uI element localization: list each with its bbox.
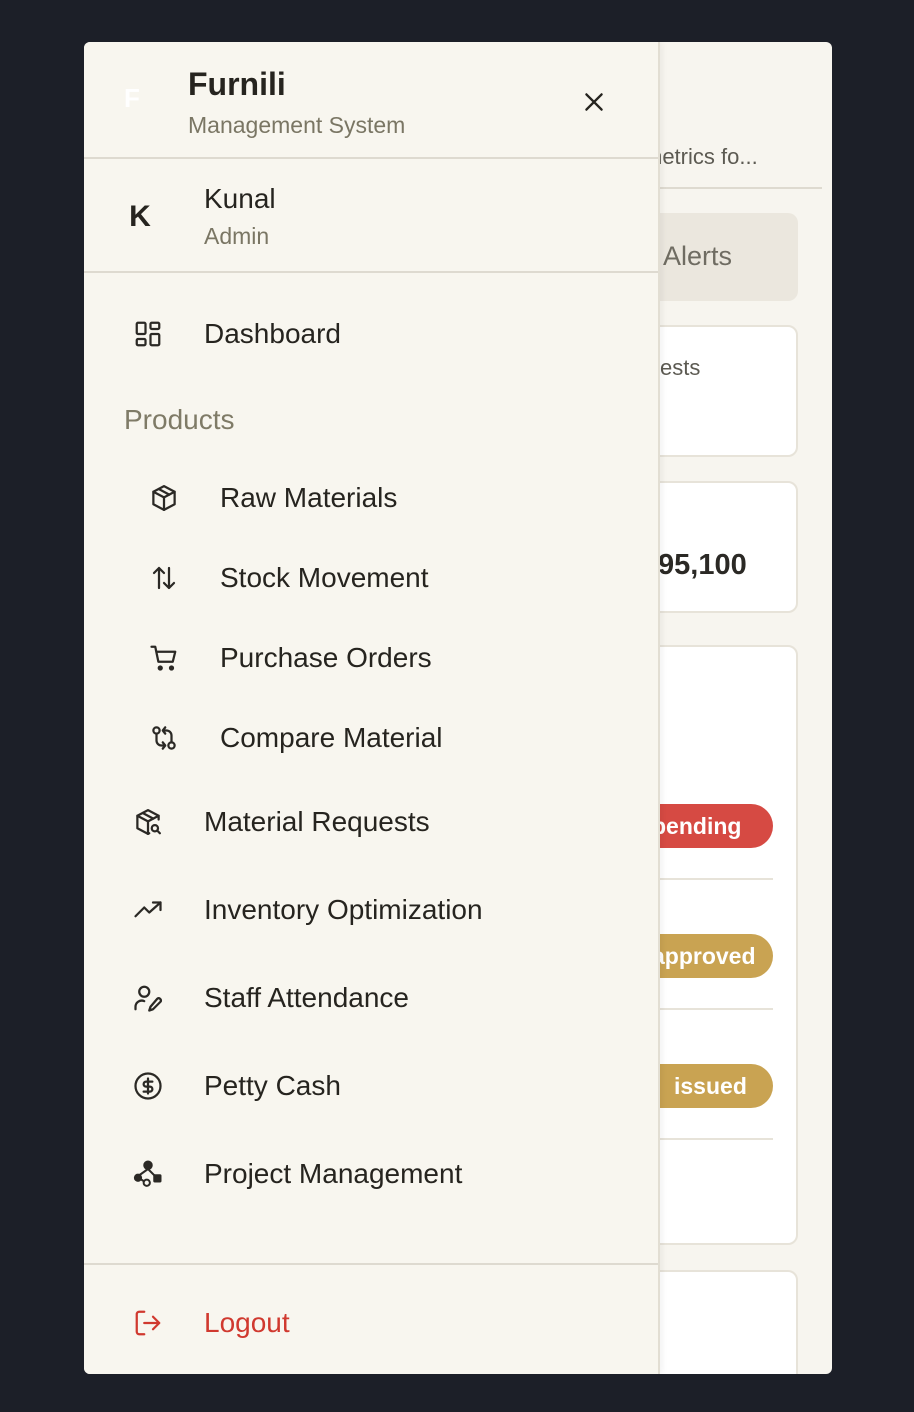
dashboard-grid-icon [132, 318, 164, 350]
sidebar-item-label: Petty Cash [204, 1070, 341, 1101]
section-header-products: Products [124, 404, 235, 435]
sidebar-item-project-management[interactable]: Project Management [132, 1146, 652, 1202]
arrows-up-down-icon [148, 562, 180, 594]
sidebar-item-inventory-optimization[interactable]: Inventory Optimization [132, 882, 652, 938]
git-compare-icon [148, 722, 180, 754]
app-subtitle: Management System [188, 112, 406, 138]
sidebar-item-label: Project Management [204, 1158, 463, 1189]
sidebar-item-label: Material Requests [204, 806, 430, 837]
sidebar-item-petty-cash[interactable]: Petty Cash [132, 1058, 652, 1114]
sidebar-item-staff-attendance[interactable]: Staff Attendance [132, 970, 652, 1026]
user-name: Kunal [204, 183, 276, 214]
divider [644, 187, 822, 189]
dollar-circle-icon [132, 1070, 164, 1102]
sidebar-item-purchase-orders[interactable]: Purchase Orders [148, 630, 668, 686]
sidebar-drawer: F Furnili Management System K Kunal Admi… [84, 42, 660, 1374]
logout-icon [132, 1307, 164, 1339]
avatar: K [129, 200, 151, 233]
user-profile: K Kunal Admin [84, 159, 658, 273]
sidebar-item-label: Dashboard [204, 318, 341, 349]
user-pen-icon [132, 982, 164, 1014]
logout-label: Logout [204, 1307, 290, 1338]
dashboard-subtitle: metrics fo... [644, 144, 758, 169]
stat-card-number: 95,100 [658, 549, 747, 581]
close-button[interactable] [576, 84, 612, 120]
workflow-icon [132, 1158, 164, 1190]
stat-card-label: ests [660, 355, 701, 380]
sidebar-item-label: Raw Materials [220, 482, 398, 513]
sidebar-item-label: Stock Movement [220, 562, 429, 593]
drawer-footer: Logout [84, 1263, 658, 1374]
sidebar-item-material-requests[interactable]: Material Requests [132, 794, 652, 850]
sidebar-item-raw-materials[interactable]: Raw Materials [148, 470, 668, 526]
sidebar-item-label: Inventory Optimization [204, 894, 483, 925]
package-icon [148, 482, 180, 514]
app-window: metrics fo... Alerts ests 95,100 pending… [84, 42, 832, 1374]
sidebar-item-label: Compare Material [220, 722, 443, 753]
user-role: Admin [204, 223, 270, 249]
sidebar-item-label: Staff Attendance [204, 982, 409, 1013]
package-search-icon [132, 806, 164, 838]
sidebar-item-stock-movement[interactable]: Stock Movement [148, 550, 668, 606]
close-icon [581, 89, 607, 115]
tab-alerts-label: Alerts [663, 241, 733, 271]
app-logo: F [124, 82, 140, 113]
drawer-header: F Furnili Management System [84, 42, 658, 159]
sidebar-item-label: Purchase Orders [220, 642, 432, 673]
trending-up-icon [132, 894, 164, 926]
sidebar-item-dashboard[interactable]: Dashboard [132, 306, 652, 362]
logout-button[interactable]: Logout [132, 1295, 290, 1351]
app-title: Furnili [188, 66, 286, 102]
shopping-cart-icon [148, 642, 180, 674]
sidebar-item-compare-material[interactable]: Compare Material [148, 710, 668, 766]
